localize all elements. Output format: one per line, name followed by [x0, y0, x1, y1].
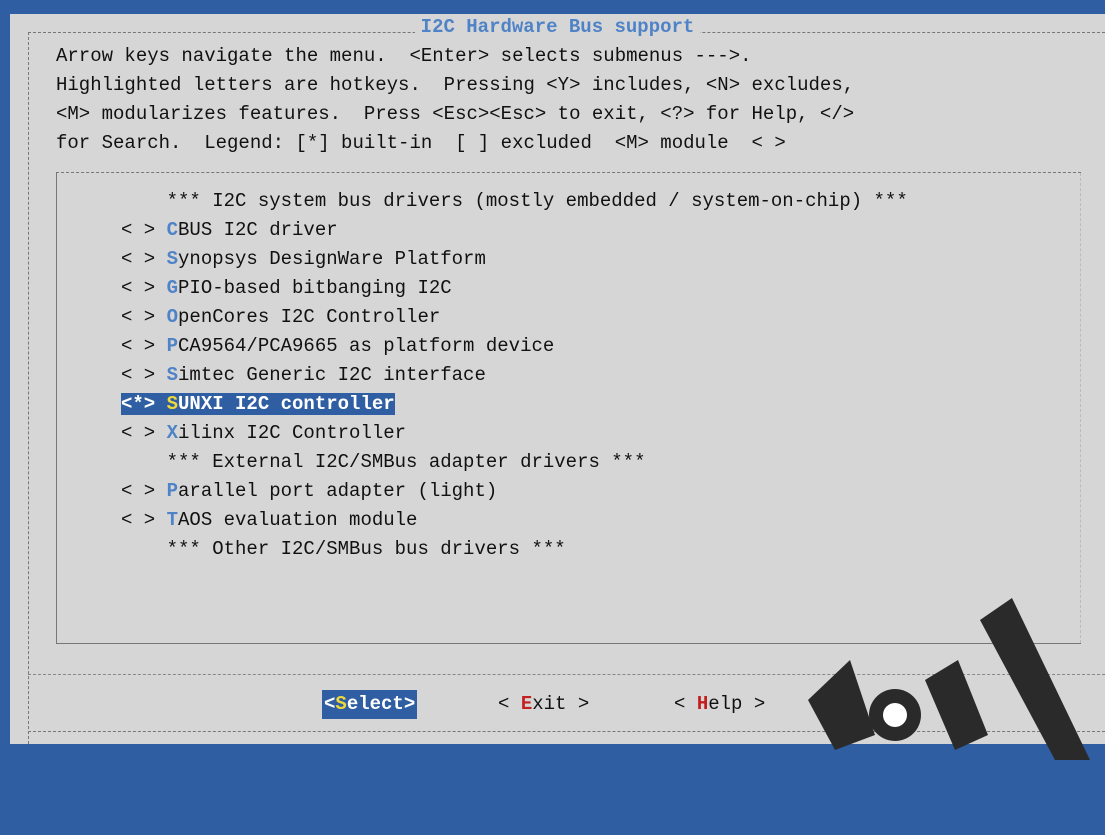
menu-entry-text: *** I2C system bus drivers (mostly embed…	[121, 190, 908, 212]
help-line: Highlighted letters are hotkeys. Pressin…	[56, 74, 855, 96]
dialog-frame-left	[28, 32, 29, 744]
option-hotkey: X	[166, 422, 179, 444]
option-label: ynopsys DesignWare Platform	[178, 248, 486, 270]
select-hotkey: S	[335, 693, 347, 715]
option-hotkey: C	[166, 219, 179, 241]
menu-entry-text: < > CBUS I2C driver	[121, 219, 338, 241]
menu-list-right-edge	[1080, 173, 1081, 643]
help-line: Arrow keys navigate the menu. <Enter> se…	[56, 45, 752, 67]
menu-comment: *** External I2C/SMBus adapter drivers *…	[121, 448, 646, 477]
option-state: < >	[121, 248, 167, 270]
menu-list[interactable]: *** I2C system bus drivers (mostly embed…	[56, 172, 1081, 644]
option-state: < >	[121, 306, 167, 328]
option-label: *** Other I2C/SMBus bus drivers ***	[166, 538, 566, 560]
menu-comment: *** I2C system bus drivers (mostly embed…	[121, 187, 908, 216]
menu-entry-text: *** External I2C/SMBus adapter drivers *…	[121, 451, 646, 473]
menu-entry-text: < > TAOS evaluation module	[121, 509, 417, 531]
option-hotkey: T	[166, 509, 179, 531]
option-label: PIO-based bitbanging I2C	[178, 277, 452, 299]
help-button[interactable]: < Help >	[674, 690, 765, 719]
option-label: imtec Generic I2C interface	[178, 364, 486, 386]
menu-option[interactable]: < > TAOS evaluation module	[121, 506, 417, 535]
option-state: < >	[121, 480, 167, 502]
option-state: < >	[121, 364, 167, 386]
option-state	[121, 538, 167, 560]
menu-option[interactable]: < > Simtec Generic I2C interface	[121, 361, 486, 390]
menuconfig-dialog: I2C Hardware Bus support Arrow keys navi…	[10, 14, 1105, 744]
menu-option[interactable]: < > PCA9564/PCA9665 as platform device	[121, 332, 554, 361]
menu-option[interactable]: < > Parallel port adapter (light)	[121, 477, 497, 506]
option-state: < >	[121, 335, 167, 357]
option-hotkey: S	[166, 248, 179, 270]
menu-entry-text: *** Other I2C/SMBus bus drivers ***	[121, 538, 566, 560]
option-state: < >	[121, 277, 167, 299]
option-state	[121, 190, 167, 212]
menu-entry-text: < > OpenCores I2C Controller	[121, 306, 440, 328]
help-hotkey: H	[696, 693, 709, 715]
dialog-frame-bottom	[28, 731, 1105, 732]
help-text: Arrow keys navigate the menu. <Enter> se…	[56, 42, 854, 158]
menu-option[interactable]: < > CBUS I2C driver	[121, 216, 338, 245]
option-label: *** External I2C/SMBus adapter drivers *…	[166, 451, 646, 473]
option-label: ilinx I2C Controller	[178, 422, 407, 444]
exit-button[interactable]: < Exit >	[498, 690, 589, 719]
option-state	[121, 451, 167, 473]
menu-option[interactable]: < > GPIO-based bitbanging I2C	[121, 274, 452, 303]
option-hotkey: P	[166, 335, 179, 357]
option-label: AOS evaluation module	[178, 509, 418, 531]
menu-entry-text: < > GPIO-based bitbanging I2C	[121, 277, 452, 299]
dialog-title: I2C Hardware Bus support	[10, 16, 1105, 38]
menu-comment: *** Other I2C/SMBus bus drivers ***	[121, 535, 566, 564]
menu-entry-text: < > Simtec Generic I2C interface	[121, 364, 486, 386]
exit-hotkey: E	[520, 693, 533, 715]
option-label: UNXI I2C controller	[178, 393, 395, 415]
option-label: penCores I2C Controller	[178, 306, 441, 328]
help-line: for Search. Legend: [*] built-in [ ] exc…	[56, 132, 786, 154]
option-hotkey: S	[166, 364, 179, 386]
option-label: *** I2C system bus drivers (mostly embed…	[166, 190, 908, 212]
option-hotkey: G	[166, 277, 179, 299]
help-line: <M> modularizes features. Press <Esc><Es…	[56, 103, 855, 125]
menu-entry-text: <*> SUNXI I2C controller	[121, 393, 395, 415]
option-state: < >	[121, 219, 167, 241]
menu-option[interactable]: < > OpenCores I2C Controller	[121, 303, 440, 332]
button-separator	[28, 674, 1105, 675]
menu-entry-text: < > Synopsys DesignWare Platform	[121, 248, 486, 270]
select-button[interactable]: <Select>	[322, 690, 418, 719]
option-state: < >	[121, 509, 167, 531]
button-bar: <Select> < Exit > < Help >	[10, 690, 1105, 719]
option-state: <*>	[121, 393, 167, 415]
option-hotkey: P	[166, 480, 179, 502]
menu-entry-text: < > PCA9564/PCA9665 as platform device	[121, 335, 554, 357]
menu-option[interactable]: <*> SUNXI I2C controller	[121, 390, 395, 419]
menu-option[interactable]: < > Synopsys DesignWare Platform	[121, 245, 486, 274]
option-state: < >	[121, 422, 167, 444]
option-hotkey: O	[166, 306, 179, 328]
menu-entry-text: < > Parallel port adapter (light)	[121, 480, 497, 502]
option-label: BUS I2C driver	[178, 219, 338, 241]
menu-entry-text: < > Xilinx I2C Controller	[121, 422, 406, 444]
option-hotkey: S	[166, 393, 179, 415]
option-label: arallel port adapter (light)	[178, 480, 498, 502]
option-label: CA9564/PCA9665 as platform device	[178, 335, 555, 357]
menu-option[interactable]: < > Xilinx I2C Controller	[121, 419, 406, 448]
